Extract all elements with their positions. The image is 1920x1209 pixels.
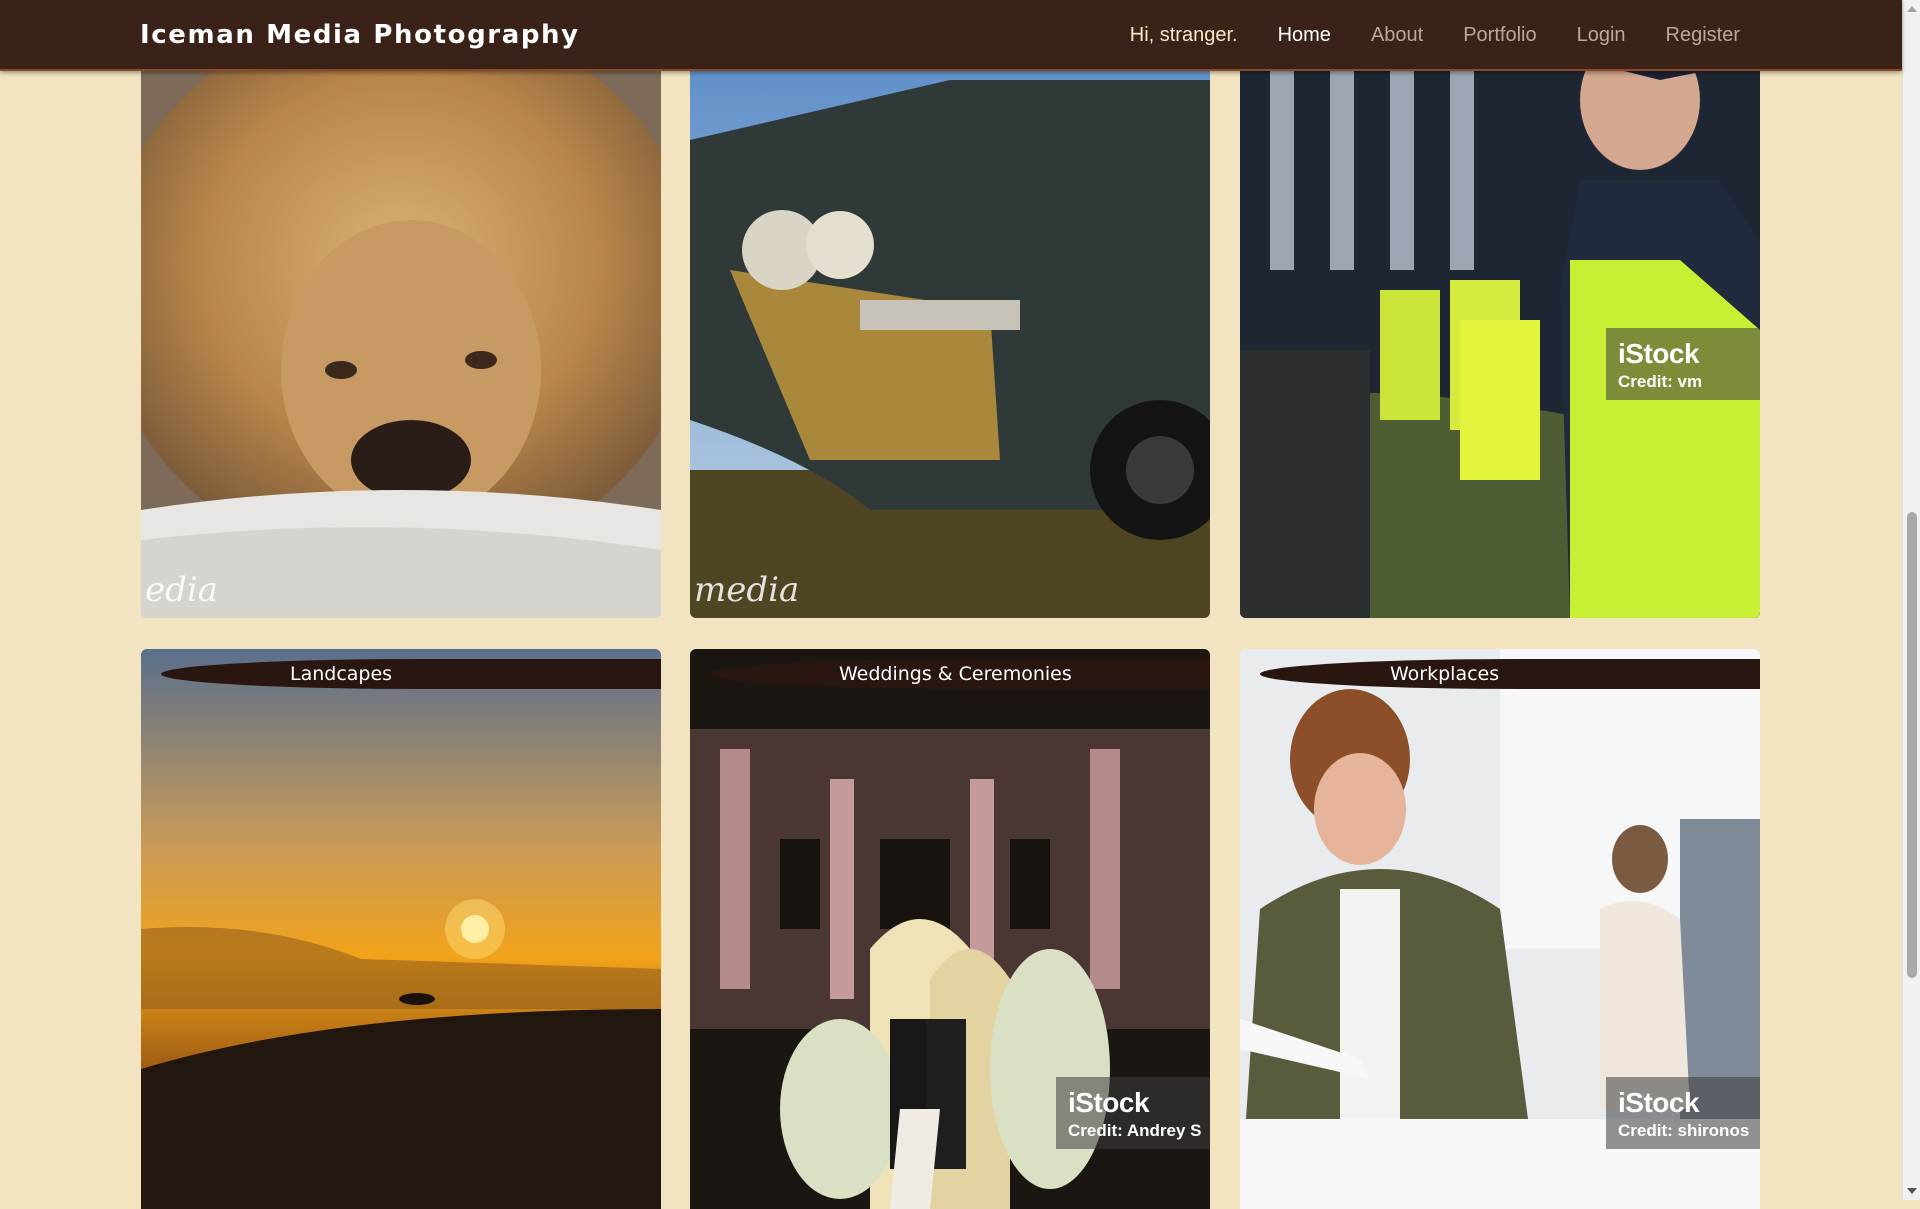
istock-credit: Credit: Andrey S [1068, 1121, 1202, 1140]
gallery-card-car[interactable]: media [690, 40, 1210, 618]
gallery-card-landscapes[interactable]: Landcapes [141, 649, 661, 1209]
gallery-card-workplaces[interactable]: Workplaces iStock Credit: shironos [1240, 649, 1760, 1209]
category-title[interactable]: Workplaces [1390, 663, 1499, 685]
landscape-photo [141, 649, 661, 1209]
watermark-text: media [694, 570, 800, 610]
scroll-up-icon[interactable] [1907, 6, 1917, 12]
istock-watermark: iStock Credit: vm [1606, 328, 1760, 400]
istock-credit: Credit: shironos [1618, 1121, 1750, 1140]
nav-register-link[interactable]: Register [1666, 24, 1740, 47]
nav-home-link[interactable]: Home [1278, 24, 1331, 47]
istock-watermark: iStock Credit: shironos [1606, 1077, 1760, 1149]
greeting-text: Hi, stranger. [1129, 24, 1238, 46]
nav-links: Hi, stranger. Home About Portfolio Login… [1130, 24, 1740, 47]
istock-credit: Credit: vm [1618, 372, 1703, 391]
category-band [1260, 659, 1760, 689]
gallery-card-lion[interactable]: edia [141, 40, 661, 618]
scroll-down-icon[interactable] [1907, 1188, 1917, 1194]
scrollbar-thumb[interactable] [1907, 512, 1917, 978]
nav-login-link[interactable]: Login [1577, 24, 1626, 47]
category-title[interactable]: Weddings & Ceremonies [839, 663, 1072, 685]
istock-logo: iStock [1618, 1087, 1700, 1118]
category-title[interactable]: Landcapes [290, 663, 392, 685]
nav-about-link[interactable]: About [1371, 24, 1423, 47]
top-navbar: Iceman Media Photography Hi, stranger. H… [0, 0, 1902, 71]
page-scrollbar[interactable] [1902, 0, 1920, 1200]
istock-watermark: iStock Credit: Andrey S [1056, 1077, 1210, 1149]
istock-logo: iStock [1068, 1087, 1150, 1118]
watermark-text: edia [145, 570, 219, 610]
lion-photo [141, 40, 661, 618]
car-photo [690, 40, 1210, 618]
category-band [161, 659, 661, 689]
istock-logo: iStock [1618, 338, 1700, 369]
gallery-card-security[interactable]: iStock Credit: vm [1240, 40, 1760, 618]
gallery-card-weddings[interactable]: Weddings & Ceremonies iStock Credit: And… [690, 649, 1210, 1209]
site-brand[interactable]: Iceman Media Photography [140, 20, 580, 50]
nav-portfolio-link[interactable]: Portfolio [1463, 24, 1536, 47]
